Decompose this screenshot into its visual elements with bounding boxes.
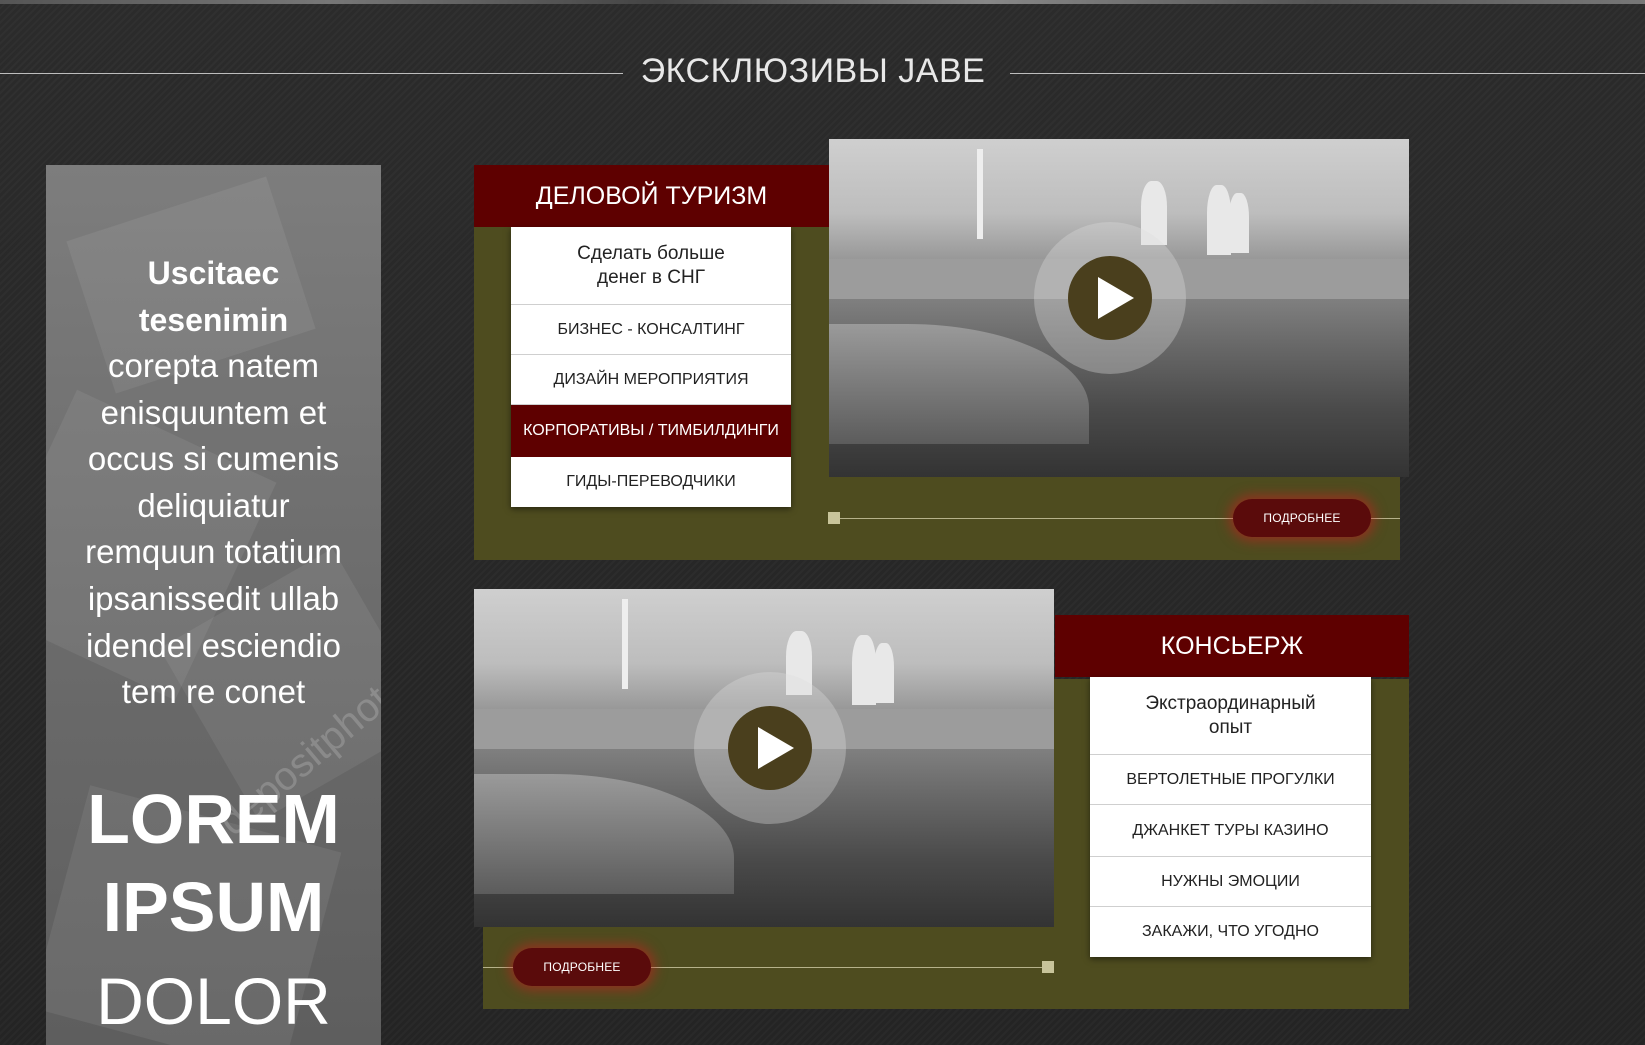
- banner-body-line: corepta natem: [108, 347, 319, 384]
- banner-body-line: tem re conet: [121, 673, 306, 711]
- menu-item-order-anything[interactable]: ЗАКАЖИ, ЧТО УГОДНО: [1090, 907, 1371, 957]
- menu-item-guides-translators[interactable]: ГИДЫ-ПЕРЕВОДЧИКИ: [511, 457, 791, 507]
- banner-headline: Uscitaec tesenimin: [46, 250, 381, 344]
- banner-ipsum: IPSUM: [102, 868, 325, 946]
- business-tourism-menu: Сделать больше денег в СНГ БИЗНЕС - КОНС…: [511, 227, 791, 507]
- banner-headline-line: tesenimin: [138, 302, 289, 338]
- banner-body-line: ipsanissedit ullab: [87, 579, 340, 617]
- menu-item-business-consulting[interactable]: БИЗНЕС - КОНСАЛТИНГ: [511, 305, 791, 355]
- banner-body-line: idendel esciendio: [85, 626, 342, 664]
- video-flame-tower: [874, 643, 894, 703]
- menu-item-event-design[interactable]: ДИЗАЙН МЕРОПРИЯТИЯ: [511, 355, 791, 405]
- video-flame-tower: [852, 635, 876, 705]
- banner-body-line: enisquuntem et: [100, 393, 327, 431]
- menu-item-earn-more[interactable]: Сделать больше денег в СНГ: [511, 227, 791, 305]
- banner-body-line: deliquiatur: [137, 486, 290, 524]
- menu-item-extraordinary-experience[interactable]: Экстраординарный опыт: [1090, 677, 1371, 755]
- play-icon[interactable]: [728, 706, 812, 790]
- slider-knob[interactable]: [828, 512, 840, 524]
- banner-dolor: DOLOR: [96, 964, 331, 1038]
- section-title: ЭКСКЛЮЗИВЫ JABE: [640, 52, 986, 90]
- video-tv-tower: [622, 599, 628, 689]
- title-divider-left: [0, 73, 623, 74]
- menu-item-need-emotions[interactable]: НУЖНЫ ЭМОЦИИ: [1090, 857, 1371, 907]
- menu-item-casino-junket[interactable]: ДЖАНКЕТ ТУРЫ КАЗИНО: [1090, 805, 1371, 857]
- video-flame-tower: [1207, 185, 1231, 255]
- business-tourism-video[interactable]: [829, 139, 1409, 477]
- top-image-strip: [0, 0, 1645, 4]
- banner-body-line: occus si cumenis: [87, 440, 340, 478]
- concierge-header: КОНСЬЕРЖ: [1055, 615, 1409, 677]
- menu-item-corporate-teambuilding[interactable]: КОРПОРАТИВЫ / ТИМБИЛДИНГИ: [511, 405, 791, 457]
- title-divider-right: [1010, 73, 1645, 74]
- video-bay: [474, 774, 734, 894]
- concierge-menu: Экстраординарный опыт ВЕРТОЛЕТНЫЕ ПРОГУЛ…: [1090, 677, 1371, 957]
- promo-banner[interactable]: depositphotos Uscitaec tesenimin corepta…: [46, 165, 381, 1045]
- video-flame-tower: [1229, 193, 1249, 253]
- slider-knob[interactable]: [1042, 961, 1054, 973]
- concierge-video[interactable]: [474, 589, 1054, 927]
- menu-item-helicopter-tours[interactable]: ВЕРТОЛЕТНЫЕ ПРОГУЛКИ: [1090, 755, 1371, 805]
- play-icon[interactable]: [1068, 256, 1152, 340]
- video-tv-tower: [977, 149, 983, 239]
- banner-big-text: LOREM IPSUM: [46, 775, 381, 951]
- banner-body-line: remquun totatium: [85, 533, 342, 571]
- more-button[interactable]: ПОДРОБНЕЕ: [1233, 499, 1371, 537]
- business-tourism-header: ДЕЛОВОЙ ТУРИЗМ: [474, 165, 829, 227]
- banner-body-text: corepta natem enisquuntem et occus si cu…: [46, 343, 381, 716]
- banner-headline-line: Uscitaec: [147, 255, 280, 291]
- more-button[interactable]: ПОДРОБНЕЕ: [513, 948, 651, 986]
- banner-lorem: LOREM: [87, 780, 340, 858]
